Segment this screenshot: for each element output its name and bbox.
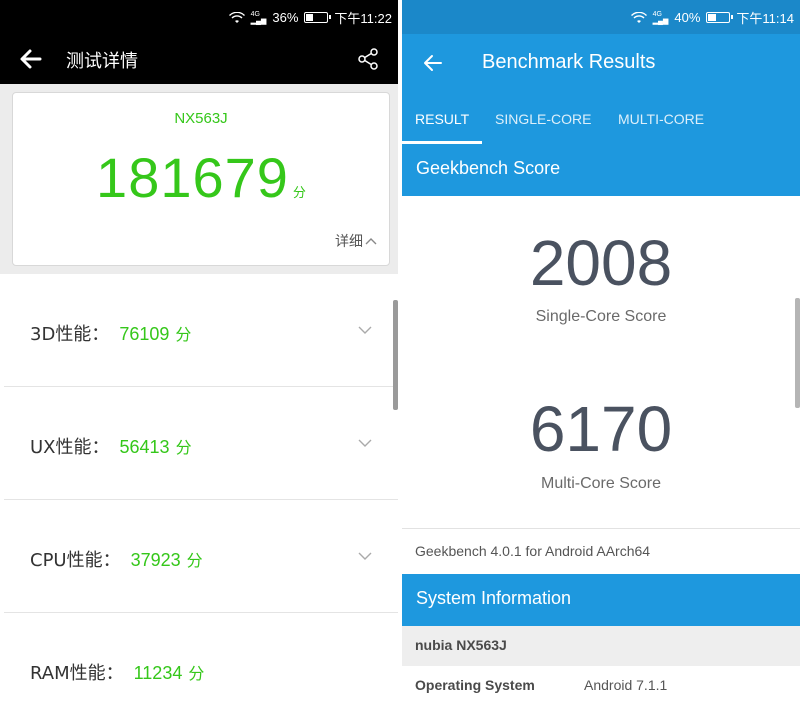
page-title: Benchmark Results bbox=[482, 51, 656, 73]
tab-result[interactable]: RESULT bbox=[415, 111, 469, 127]
category-unit: 分 bbox=[175, 438, 192, 457]
tab-bar: RESULT SINGLE-CORE MULTI-CORE bbox=[402, 94, 800, 144]
signal-icon: 4G ▂▄▆ bbox=[652, 10, 669, 25]
tab-single-core[interactable]: SINGLE-CORE bbox=[495, 111, 591, 127]
chevron-down-icon bbox=[358, 439, 372, 447]
total-score-unit: 分 bbox=[292, 186, 306, 201]
category-row-cpu[interactable]: CPU性能： 37923 分 bbox=[4, 500, 398, 613]
app-bar: 测试详情 bbox=[0, 34, 398, 84]
chevron-down-icon bbox=[358, 552, 372, 560]
multi-core-score: 6170 bbox=[529, 393, 673, 465]
multi-core-label: Multi-Core Score bbox=[540, 475, 662, 492]
status-bar: 4G ▂▄▆ 36% 下午11:22 bbox=[0, 0, 398, 34]
tab-multi-core[interactable]: MULTI-CORE bbox=[618, 111, 704, 127]
clock: 下午11:14 bbox=[736, 11, 794, 26]
chevron-down-icon bbox=[358, 326, 372, 334]
total-score-value: 181679 bbox=[96, 146, 289, 209]
page-title: 测试详情 bbox=[66, 51, 138, 72]
category-unit: 分 bbox=[186, 551, 203, 570]
battery-percent: 40% bbox=[674, 10, 701, 25]
geekbench-score-header: Geekbench Score bbox=[402, 144, 800, 196]
category-label: UX性能： bbox=[30, 437, 110, 458]
clock: 下午11:22 bbox=[334, 11, 392, 26]
os-value: Android 7.1.1 bbox=[584, 677, 668, 693]
category-row-ram[interactable]: RAM性能： 11234 分 bbox=[4, 613, 398, 709]
category-value: 11234 bbox=[133, 663, 183, 683]
wifi-icon bbox=[630, 11, 647, 23]
signal-icon: 4G ▂▄▆ bbox=[250, 10, 267, 25]
battery-icon bbox=[304, 12, 332, 23]
category-value: 37923 bbox=[130, 550, 181, 570]
battery-icon bbox=[706, 12, 734, 23]
single-core-label: Single-Core Score bbox=[535, 308, 667, 325]
single-core-score: 2008 bbox=[529, 227, 673, 299]
share-icon[interactable] bbox=[356, 47, 380, 71]
os-row: Operating System Android 7.1.1 bbox=[402, 666, 800, 706]
back-arrow-icon[interactable] bbox=[18, 46, 44, 72]
device-name-row: nubia NX563J bbox=[402, 626, 800, 666]
total-score: 181679 分 bbox=[13, 145, 389, 210]
status-bar: 4G ▂▄▆ 40% 下午11:14 bbox=[402, 0, 800, 34]
wifi-icon bbox=[228, 11, 245, 23]
category-unit: 分 bbox=[188, 664, 205, 683]
geekbench-panel: 4G ▂▄▆ 40% 下午11:14 Benchmark Results RESU… bbox=[402, 0, 800, 709]
back-arrow-icon[interactable] bbox=[422, 52, 444, 74]
device-name: nubia NX563J bbox=[415, 637, 507, 653]
scrollbar[interactable] bbox=[795, 298, 800, 408]
antutu-panel: 4G ▂▄▆ 36% 下午11:22 测试详情 NX563J 181679 分 详细… bbox=[0, 0, 398, 709]
category-label: RAM性能： bbox=[30, 663, 124, 684]
device-model: NX563J bbox=[174, 110, 228, 127]
category-label: 3D性能： bbox=[30, 324, 110, 345]
battery-percent: 36% bbox=[272, 10, 299, 25]
system-information-header: System Information bbox=[402, 574, 800, 626]
category-value: 76109 bbox=[119, 324, 170, 344]
detail-label: 详细 bbox=[335, 234, 363, 250]
category-row-ux[interactable]: UX性能： 56413 分 bbox=[4, 387, 398, 500]
chevron-up-icon bbox=[365, 238, 377, 245]
category-value: 56413 bbox=[119, 437, 170, 457]
version-info: Geekbench 4.0.1 for Android AArch64 bbox=[402, 528, 800, 574]
category-unit: 分 bbox=[175, 325, 192, 344]
category-row-3d[interactable]: 3D性能： 76109 分 bbox=[4, 274, 398, 387]
os-key: Operating System bbox=[415, 677, 535, 693]
detail-toggle[interactable]: 详细 bbox=[335, 231, 377, 251]
app-bar: Benchmark Results bbox=[402, 34, 800, 94]
total-score-card: NX563J 181679 分 详细 bbox=[12, 92, 390, 266]
category-label: CPU性能： bbox=[30, 550, 121, 571]
